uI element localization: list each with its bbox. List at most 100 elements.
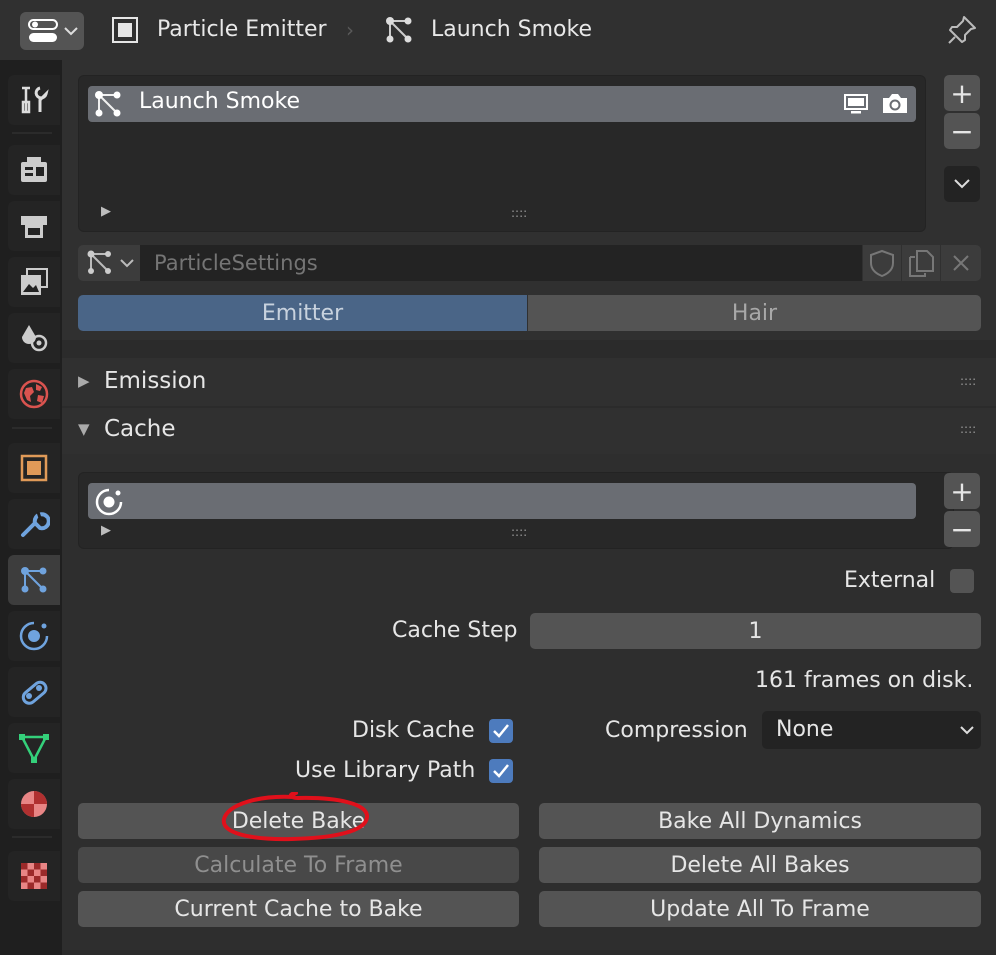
- plus-icon: +: [950, 76, 974, 110]
- breadcrumb-separator-icon: ›: [346, 18, 354, 42]
- modifiers-tab[interactable]: [8, 499, 60, 549]
- wrench-icon: [21, 511, 50, 537]
- context-label: Particle Emitter: [157, 17, 327, 42]
- compression-dropdown[interactable]: None: [762, 711, 981, 749]
- mesh-data-icon: [19, 734, 49, 763]
- resize-grip-icon[interactable]: ::::: [511, 525, 527, 539]
- current-cache-to-bake-button[interactable]: Current Cache to Bake: [78, 891, 519, 927]
- view-layer-icon: [21, 268, 48, 295]
- scene-icon: [22, 325, 48, 352]
- point-cache-list[interactable]: ▶ ::::: [78, 472, 954, 549]
- delete-all-bakes-label: Delete All Bakes: [670, 852, 850, 878]
- particle-system-list[interactable]: Launch Smoke ▶ ::::: [78, 75, 926, 232]
- remove-particle-system-button[interactable]: −: [944, 113, 980, 149]
- tool-icon: [21, 86, 49, 114]
- duplicate-settings-button[interactable]: [902, 245, 940, 281]
- editor-type-dropdown[interactable]: [20, 12, 84, 50]
- tab-hair-label: Hair: [731, 300, 778, 326]
- tab-emitter-label: Emitter: [261, 300, 344, 326]
- object-tab[interactable]: [8, 443, 60, 493]
- emission-panel-header[interactable]: ▶ Emission ::::: [62, 358, 996, 406]
- checkmark-icon: [493, 724, 509, 738]
- cache-step-field[interactable]: 1: [530, 613, 981, 649]
- bake-all-dynamics-button[interactable]: Bake All Dynamics: [539, 803, 981, 839]
- tab-separator: [12, 132, 52, 134]
- tab-separator: [12, 427, 52, 429]
- highlight-annotation: [221, 792, 369, 842]
- specials-menu-button[interactable]: [944, 166, 980, 202]
- update-all-to-frame-label: Update All To Frame: [650, 896, 870, 922]
- chevron-down-icon: [960, 726, 974, 735]
- fake-user-button[interactable]: [863, 245, 901, 281]
- cache-panel-header[interactable]: ▼ Cache ::::: [62, 408, 996, 454]
- cache-step-label: Cache Step: [392, 618, 518, 643]
- particles-icon: [21, 567, 47, 593]
- view-layer-tab[interactable]: [8, 257, 60, 307]
- drag-grip-icon[interactable]: ::::: [960, 422, 976, 436]
- output-tab[interactable]: [8, 201, 60, 251]
- remove-cache-button[interactable]: −: [944, 511, 980, 547]
- add-cache-button[interactable]: +: [944, 473, 980, 509]
- drag-grip-icon[interactable]: ::::: [960, 374, 976, 388]
- tab-separator: [12, 836, 52, 838]
- texture-tab[interactable]: [8, 851, 60, 901]
- world-tab[interactable]: [8, 369, 60, 419]
- plus-icon: +: [950, 474, 974, 508]
- disk-cache-label: Disk Cache: [352, 718, 475, 743]
- add-particle-system-button[interactable]: +: [944, 75, 980, 111]
- update-all-to-frame-button[interactable]: Update All To Frame: [539, 891, 981, 927]
- external-label: External: [844, 568, 936, 593]
- browse-particle-settings-button[interactable]: [78, 245, 140, 281]
- cache-panel-title: Cache: [104, 416, 176, 442]
- particles-tab[interactable]: [8, 555, 60, 605]
- expand-triangle-icon[interactable]: ▶: [101, 523, 111, 538]
- current-cache-to-bake-label: Current Cache to Bake: [174, 896, 423, 922]
- pin-icon[interactable]: [946, 14, 978, 46]
- shield-icon: [870, 249, 894, 277]
- tool-tab[interactable]: [8, 75, 60, 125]
- emission-panel-title: Emission: [104, 368, 207, 394]
- physics-tab[interactable]: [8, 611, 60, 661]
- minus-icon: −: [950, 114, 974, 148]
- use-library-path-checkbox[interactable]: [489, 759, 513, 783]
- tab-emitter[interactable]: Emitter: [78, 295, 527, 331]
- properties-main: Launch Smoke ▶ :::: + − ParticleSettings…: [62, 60, 996, 955]
- camera-icon[interactable]: [881, 91, 909, 115]
- texture-icon: [21, 863, 47, 889]
- checkmark-icon: [493, 764, 509, 778]
- list-item-label: Launch Smoke: [139, 89, 301, 114]
- unlink-settings-button[interactable]: [941, 245, 981, 281]
- disk-cache-checkbox[interactable]: [489, 719, 513, 743]
- particles-icon: [87, 250, 111, 274]
- list-item[interactable]: Launch Smoke: [88, 86, 916, 122]
- use-library-path-label: Use Library Path: [295, 758, 476, 783]
- scene-tab[interactable]: [8, 313, 60, 363]
- bake-all-dynamics-label: Bake All Dynamics: [658, 808, 862, 834]
- particle-settings-name-field[interactable]: [140, 245, 862, 281]
- properties-header: Particle Emitter › Launch Smoke: [0, 0, 996, 60]
- render-icon: [21, 157, 47, 182]
- render-tab[interactable]: [8, 145, 60, 195]
- tab-hair[interactable]: Hair: [528, 295, 981, 331]
- material-icon: [21, 791, 47, 817]
- expand-triangle-icon[interactable]: ▶: [101, 204, 111, 219]
- particles-icon: [386, 17, 412, 43]
- constraints-tab[interactable]: [8, 667, 60, 717]
- calculate-to-frame-button[interactable]: Calculate To Frame: [78, 847, 519, 883]
- material-tab[interactable]: [8, 779, 60, 829]
- particle-system-label: Launch Smoke: [431, 17, 593, 42]
- delete-all-bakes-button[interactable]: Delete All Bakes: [539, 847, 981, 883]
- external-checkbox[interactable]: [950, 569, 974, 593]
- duplicate-icon: [909, 250, 934, 277]
- list-item[interactable]: [88, 483, 916, 519]
- editor-type-icon: [28, 19, 58, 42]
- world-icon: [19, 379, 49, 409]
- minus-icon: −: [950, 512, 974, 546]
- resize-grip-icon[interactable]: ::::: [511, 206, 527, 220]
- object-icon: [20, 454, 48, 482]
- expanded-triangle-icon: ▼: [78, 420, 90, 438]
- data-tab[interactable]: [8, 723, 60, 773]
- physics-icon: [95, 488, 123, 516]
- calculate-to-frame-label: Calculate To Frame: [194, 852, 403, 878]
- monitor-icon[interactable]: [843, 93, 869, 115]
